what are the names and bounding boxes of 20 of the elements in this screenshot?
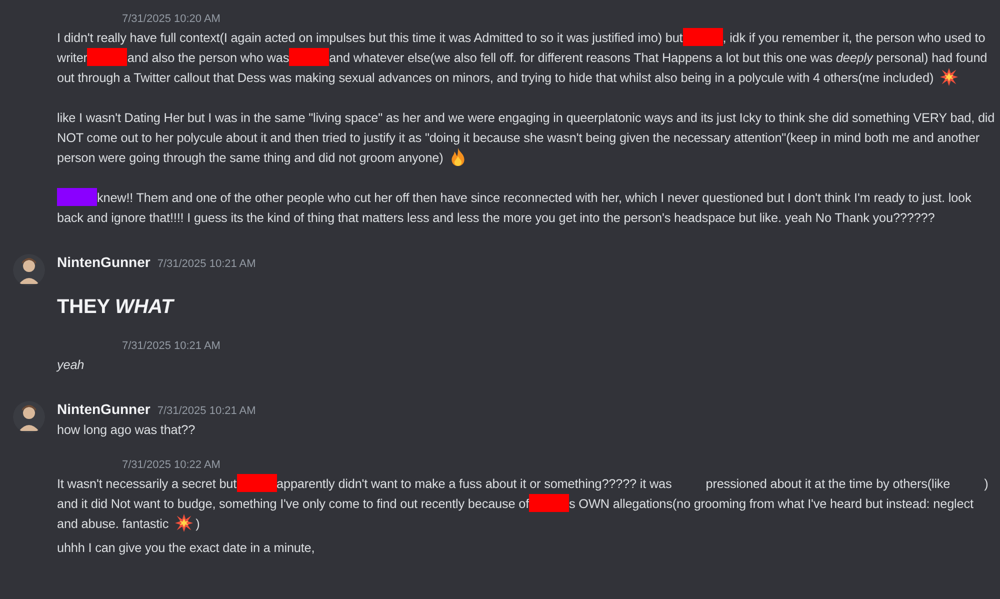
message-text: like I wasn't Dating Her but I was in the same "living space" as her and we were engaging in queerplatonic ways and its just Icky to think she did something VERY bad, did NOT come out to her polycule about it and then tried to justify it as "doing it because she wasn't being given the necessary attention"(keep in mind both me and another person were going through the same thing and did not groom anyone) bbox=[57, 110, 996, 168]
message-text: how long ago was that?? bbox=[57, 422, 196, 439]
message-text: knew!! Them and one of the other people who cut her off then have since reconnected with her, which I never questioned but I don't think I'm ready to just. look back and ignore that!!!! I guess its the kind of thing that matters less and less the more you get into the person's headspace but like. yeah No Thank you?????? bbox=[57, 188, 996, 228]
explosion-emoji-icon bbox=[174, 514, 193, 532]
avatar bbox=[12, 401, 44, 433]
message-heading: THEY WHAT bbox=[57, 295, 176, 320]
timestamp: 7/31/2025 10:21 AM bbox=[121, 339, 222, 354]
message-text: I didn't really have full context(I again acted on impulses but this time it was Admitted to so it was justified imo) but , idk if you remember it, the person who used to writer and also the person who was and whatever else(we also fell off. for different reasons That Happens a lot but this one was deeply personal) had found out through a Twitter callout that Dess was making sexual advances on minors, and trying to hide that whilst also being in a polycule with 4 others(me included) bbox=[57, 28, 996, 88]
username[interactable]: NintenGunner bbox=[57, 252, 150, 272]
timestamp: 7/31/2025 10:20 AM bbox=[121, 12, 222, 27]
explosion-emoji-icon bbox=[940, 68, 958, 86]
message-text: yeah bbox=[57, 357, 86, 374]
fire-emoji-icon bbox=[449, 148, 468, 166]
timestamp: 7/31/2025 10:21 AM bbox=[157, 404, 256, 419]
username[interactable]: NintenGunner bbox=[57, 399, 150, 419]
avatar bbox=[12, 254, 44, 286]
message-text: It wasn't necessarily a secret but apparently didn't want to make a fuss about it or something????? it was pressioned about it at the time by others(like ) and it did Not want to budge, something I've only come to find out recently because of s OWN allegations(no grooming from what I've heard but instead: neglect and abuse. fantastic ) bbox=[57, 474, 996, 534]
timestamp: 7/31/2025 10:22 AM bbox=[121, 458, 222, 473]
timestamp: 7/31/2025 10:21 AM bbox=[157, 257, 256, 272]
message-text: uhhh I can give you the exact date in a minute, bbox=[57, 540, 316, 557]
